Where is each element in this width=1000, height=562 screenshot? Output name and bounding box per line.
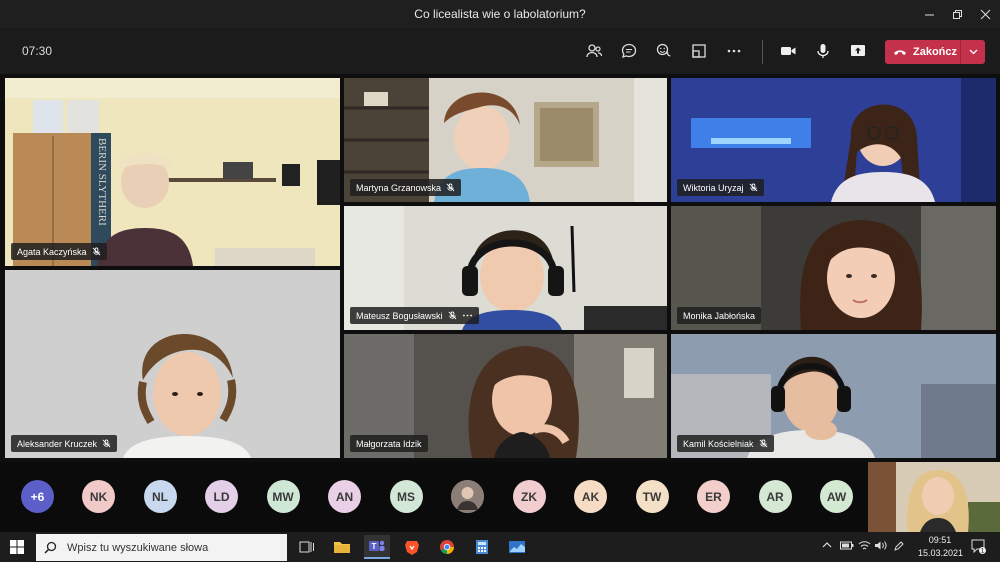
participants-icon[interactable] bbox=[582, 40, 606, 62]
participant-avatar[interactable]: AN bbox=[328, 480, 361, 513]
participant-name-tag: Aleksander Kruczek bbox=[11, 435, 118, 452]
microphone-icon[interactable] bbox=[811, 40, 835, 62]
chevron-down-icon[interactable] bbox=[961, 49, 985, 55]
video-stage: BERIN SLYTHERI Agata Kaczyńska Martyna G… bbox=[0, 74, 1000, 462]
more-options-icon[interactable] bbox=[462, 311, 473, 320]
pen-icon[interactable] bbox=[893, 540, 905, 555]
participant-avatar[interactable]: NL bbox=[143, 480, 177, 513]
chrome-icon[interactable] bbox=[434, 535, 460, 559]
more-actions-icon[interactable] bbox=[722, 40, 746, 62]
participant-avatar[interactable]: AW bbox=[820, 480, 853, 513]
video-tile[interactable]: Monika Jabłońska bbox=[671, 206, 996, 330]
participant-avatar[interactable]: LD bbox=[205, 480, 238, 513]
participant-name: Wiktoria Uryzaj bbox=[683, 182, 744, 193]
participant-avatar[interactable]: ZK bbox=[512, 480, 546, 513]
video-feed: BERIN SLYTHERI bbox=[5, 78, 340, 266]
search-placeholder: Wpisz tu wyszukiwane słowa bbox=[67, 541, 209, 554]
camera-icon[interactable] bbox=[776, 40, 800, 62]
mic-muted-icon bbox=[92, 247, 100, 256]
wifi-icon[interactable] bbox=[858, 540, 871, 554]
participant-name: Monika Jabłońska bbox=[683, 310, 756, 321]
participant-avatar[interactable]: AR bbox=[758, 480, 792, 513]
participant-name: Mateusz Bogusławski bbox=[356, 310, 443, 321]
participant-name: Aleksander Kruczek bbox=[17, 438, 98, 449]
participant-name: Agata Kaczyńska bbox=[17, 246, 87, 257]
chat-icon[interactable] bbox=[617, 40, 641, 62]
participant-name-tag: Mateusz Bogusławski bbox=[350, 307, 479, 324]
windows-start-icon[interactable] bbox=[4, 535, 30, 559]
self-video-feed bbox=[868, 462, 1000, 532]
video-tile[interactable]: Martyna Grzanowska bbox=[344, 78, 667, 202]
video-tile[interactable]: BERIN SLYTHERI Agata Kaczyńska bbox=[5, 78, 340, 266]
leave-button[interactable]: Zakończ bbox=[885, 40, 961, 64]
window-titlebar: Co licealista wie o labolatorium? bbox=[0, 0, 1000, 28]
close-icon[interactable] bbox=[968, 0, 1000, 28]
banner-text: BERIN SLYTHERI bbox=[96, 138, 108, 226]
participant-avatar[interactable]: MW bbox=[266, 480, 300, 513]
participant-name-tag: Wiktoria Uryzaj bbox=[677, 179, 764, 196]
share-screen-icon[interactable] bbox=[846, 40, 870, 62]
participant-avatar[interactable]: AK bbox=[574, 480, 607, 513]
participant-roster: +6 NK NL LD MW AN MS ZK AK TW ER AR AW bbox=[0, 462, 1000, 532]
meeting-title: Co licealista wie o labolatorium? bbox=[414, 7, 586, 21]
video-tile[interactable]: Małgorzata Idzik bbox=[344, 334, 667, 458]
participant-name-tag: Małgorzata Idzik bbox=[350, 435, 428, 452]
volume-icon[interactable] bbox=[874, 540, 887, 554]
notification-center-icon[interactable]: 1 bbox=[970, 538, 986, 557]
video-tile[interactable]: Aleksander Kruczek bbox=[5, 270, 340, 458]
participant-avatar[interactable]: TW bbox=[635, 480, 669, 513]
participant-name-tag: Martyna Grzanowska bbox=[350, 179, 462, 196]
windows-taskbar: Wpisz tu wyszukiwane słowa T 09:51 15.03… bbox=[0, 532, 1000, 562]
participant-name-tag: Kamil Kościelniak bbox=[677, 435, 774, 452]
chevron-up-icon[interactable] bbox=[822, 541, 832, 552]
reactions-icon[interactable] bbox=[652, 40, 676, 62]
participant-name: Małgorzata Idzik bbox=[356, 438, 422, 449]
video-tile[interactable]: Kamil Kościelniak bbox=[671, 334, 996, 458]
taskbar-search-input[interactable]: Wpisz tu wyszukiwane słowa bbox=[36, 534, 287, 561]
participant-name-tag: Agata Kaczyńska bbox=[11, 243, 107, 260]
mic-muted-icon bbox=[446, 183, 455, 192]
self-view[interactable] bbox=[868, 462, 1000, 532]
clock-date: 15.03.2021 bbox=[918, 548, 964, 558]
participant-name: Kamil Kościelniak bbox=[683, 438, 754, 449]
task-view-icon[interactable] bbox=[294, 535, 320, 559]
clock-time: 09:51 bbox=[928, 535, 952, 545]
mic-muted-icon bbox=[448, 311, 456, 320]
end-call-button[interactable]: Zakończ bbox=[885, 40, 985, 64]
overflow-participants-button[interactable]: +6 bbox=[21, 480, 54, 513]
system-clock[interactable]: 09:51 15.03.2021 bbox=[918, 534, 964, 560]
video-feed bbox=[5, 270, 340, 458]
mic-muted-icon bbox=[759, 439, 767, 448]
brave-browser-icon[interactable] bbox=[399, 535, 425, 559]
participant-name: Martyna Grzanowska bbox=[356, 182, 442, 193]
participant-avatar[interactable]: NK bbox=[82, 480, 115, 513]
call-timer: 07:30 bbox=[22, 44, 53, 58]
participant-avatar[interactable]: MS bbox=[389, 480, 423, 513]
battery-icon[interactable] bbox=[840, 541, 854, 553]
video-tile[interactable]: Mateusz Bogusławski bbox=[344, 206, 667, 330]
mic-muted-icon bbox=[749, 183, 757, 192]
breakout-rooms-icon[interactable] bbox=[687, 40, 711, 62]
teams-app-icon[interactable]: T bbox=[364, 535, 390, 559]
participant-name-tag: Monika Jabłońska bbox=[677, 307, 762, 324]
file-explorer-icon[interactable] bbox=[329, 535, 355, 559]
hang-up-icon bbox=[894, 50, 906, 55]
end-call-label: Zakończ bbox=[913, 46, 958, 58]
meeting-toolbar: 07:30 Zakończ bbox=[0, 28, 1000, 74]
svg-text:T: T bbox=[372, 542, 377, 551]
toolbar-divider bbox=[762, 40, 763, 64]
search-icon bbox=[44, 541, 57, 554]
whiteboard-app-icon[interactable] bbox=[504, 535, 530, 559]
participant-avatar[interactable]: ER bbox=[697, 480, 730, 513]
calculator-icon[interactable] bbox=[469, 535, 495, 559]
photo-avatar bbox=[451, 480, 484, 513]
video-tile[interactable]: Wiktoria Uryzaj bbox=[671, 78, 996, 202]
mic-muted-icon bbox=[102, 439, 111, 448]
participant-avatar[interactable] bbox=[451, 480, 484, 513]
